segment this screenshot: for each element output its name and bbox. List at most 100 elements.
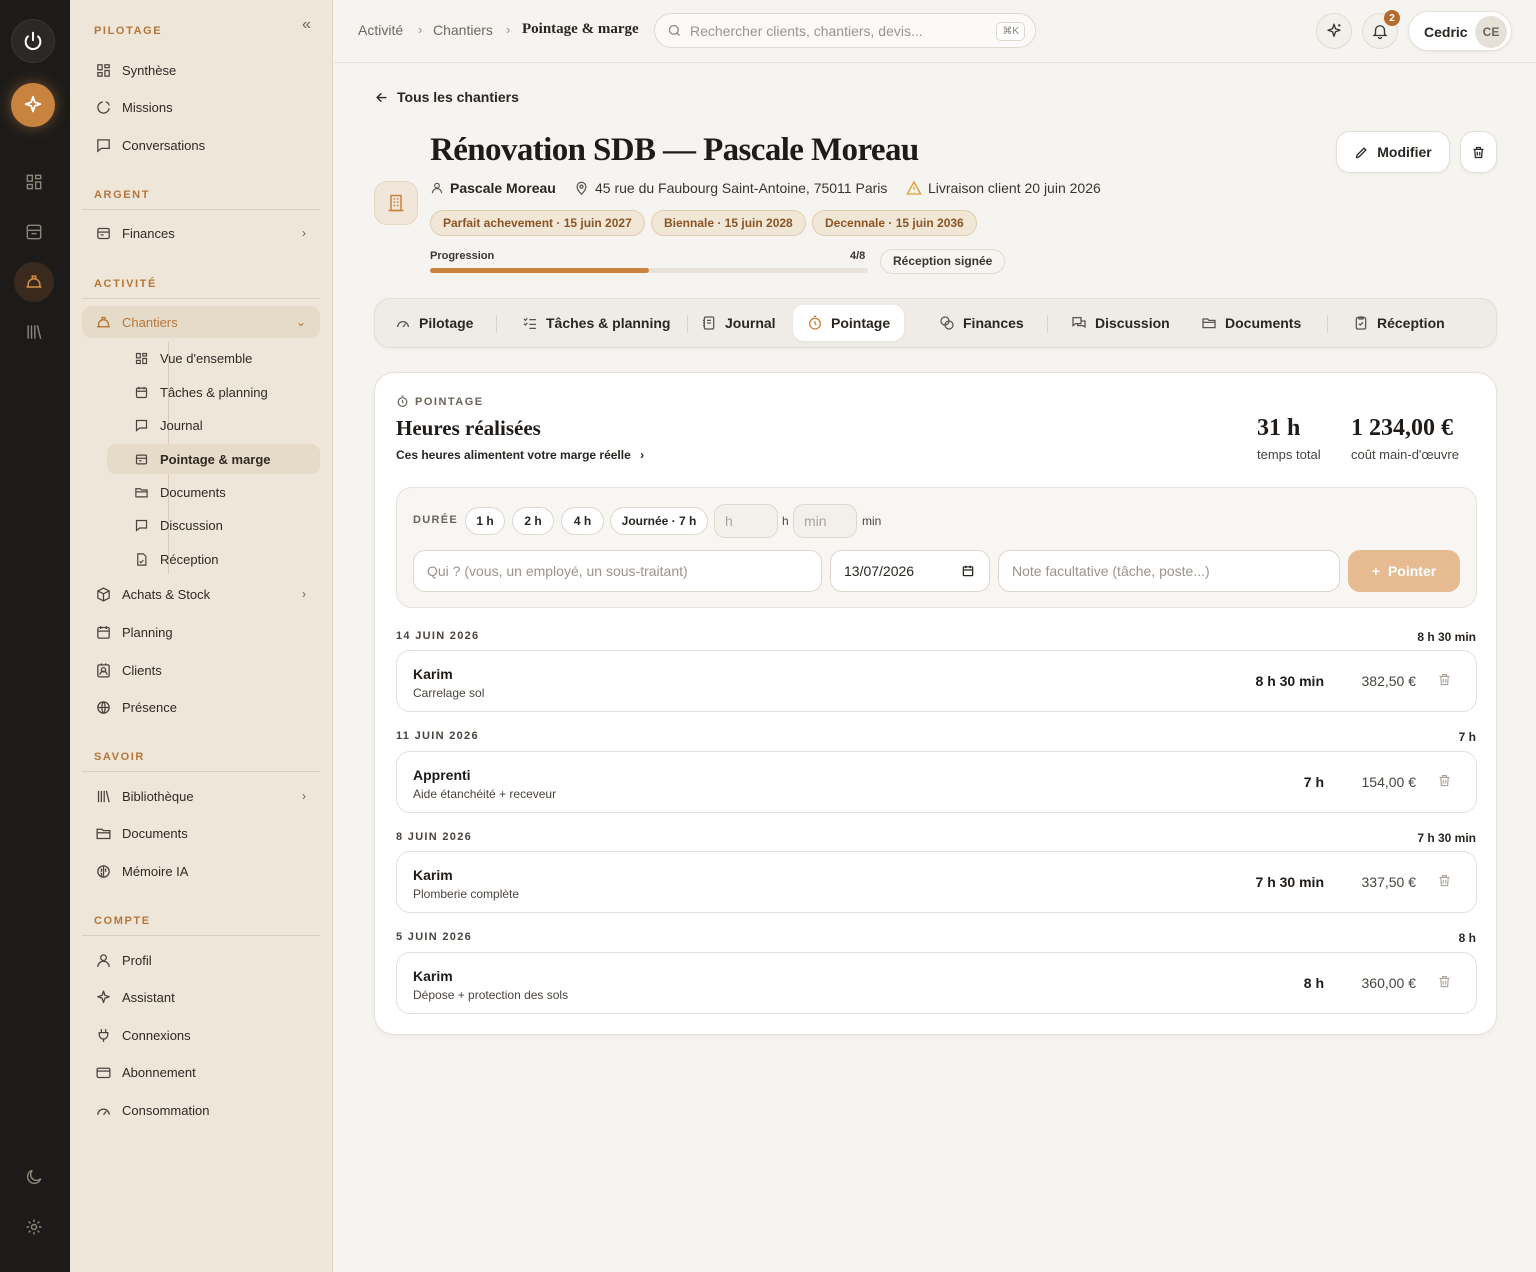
tab-discussion[interactable]: Discussion [1057, 305, 1184, 341]
sidebar-item-conversations[interactable]: Conversations [82, 129, 320, 161]
guarantee-tag: Parfait achevement · 15 juin 2027 [430, 210, 645, 236]
sidebar-item-label: Connexions [122, 1027, 191, 1043]
worker-input[interactable]: Qui ? (vous, un employé, un sous-traitan… [413, 550, 822, 592]
project-delivery: Livraison client 20 juin 2026 [906, 180, 1101, 196]
day-header: 11 JUIN 2026 [396, 730, 479, 742]
list-item[interactable]: Karim Carrelage sol 8 h 30 min 382,50 € [396, 650, 1477, 712]
tab-label: Pilotage [419, 315, 474, 331]
bell-icon [1371, 22, 1389, 40]
back-link[interactable]: Tous les chantiers [374, 89, 519, 105]
tab-journal[interactable]: Journal [687, 305, 790, 341]
moon-icon[interactable] [14, 1157, 54, 1197]
sidebar-item-profil[interactable]: Profil [82, 944, 320, 976]
tab-documents[interactable]: Documents [1187, 305, 1315, 341]
sparkle-icon [1325, 22, 1343, 40]
subnav-documents[interactable]: Documents [107, 477, 320, 507]
divider [82, 935, 320, 936]
entry-worker: Karim [413, 867, 453, 883]
chat-icon [134, 417, 150, 433]
minutes-input[interactable]: min [793, 504, 857, 538]
date-input[interactable]: 13/07/2026 [830, 550, 990, 592]
folder-icon [1201, 315, 1217, 331]
sidebar-item-label: Bibliothèque [122, 788, 194, 804]
calendar-icon[interactable] [961, 564, 975, 578]
tab-finances[interactable]: Finances [925, 305, 1038, 341]
library-icon[interactable] [14, 312, 54, 352]
trash-icon[interactable] [1437, 672, 1452, 687]
tab-reception[interactable]: Réception [1339, 305, 1459, 341]
hardhat-icon[interactable] [14, 262, 54, 302]
entry-worker: Karim [413, 968, 453, 984]
pointer-button[interactable]: + Pointer [1348, 550, 1460, 592]
entry-task: Dépose + protection des sols [413, 988, 569, 1002]
subnav-vue-ensemble[interactable]: Vue d'ensemble [107, 343, 320, 373]
divider [82, 298, 320, 299]
sidebar-item-presence[interactable]: Présence [82, 691, 320, 723]
search-input[interactable] [690, 22, 980, 39]
sidebar-item-connexions[interactable]: Connexions [82, 1019, 320, 1051]
preset-2h-button[interactable]: 2 h [512, 507, 554, 535]
subnav-discussion[interactable]: Discussion [107, 510, 320, 540]
sidebar-item-clients[interactable]: Clients [82, 654, 320, 686]
delivery-text: Livraison client 20 juin 2026 [928, 180, 1101, 196]
folder-icon [134, 484, 150, 500]
sidebar-item-planning[interactable]: Planning [82, 616, 320, 648]
sidebar-item-memoire[interactable]: Mémoire IA [82, 855, 320, 887]
power-icon[interactable] [11, 19, 55, 63]
chat-icon [134, 517, 150, 533]
notifications-button[interactable]: 2 [1362, 10, 1400, 49]
edit-button[interactable]: Modifier [1336, 131, 1450, 173]
tab-divider [1047, 315, 1048, 333]
sidebar-item-documents[interactable]: Documents [82, 817, 320, 849]
collapse-icon[interactable]: « [302, 16, 311, 34]
margin-link[interactable]: Ces heures alimentent votre marge réelle… [396, 448, 644, 462]
sidebar-item-finances[interactable]: Finances › [82, 217, 320, 249]
breadcrumb-chantiers[interactable]: Chantiers [433, 22, 493, 38]
gear-icon[interactable] [14, 1207, 54, 1247]
preset-day-button[interactable]: Journée · 7 h [610, 507, 708, 535]
sidebar-item-synthese[interactable]: Synthèse [82, 54, 320, 86]
breadcrumb-activite[interactable]: Activité [358, 22, 403, 38]
hours-input[interactable]: h [714, 504, 778, 538]
subnav-reception[interactable]: Réception [107, 544, 320, 574]
sidebar-item-consommation[interactable]: Consommation [82, 1094, 320, 1126]
sidebar-item-missions[interactable]: Missions [82, 91, 320, 123]
progress-bar [430, 268, 868, 273]
delete-project-button[interactable] [1460, 131, 1497, 173]
ai-button[interactable] [1316, 13, 1352, 49]
sidebar-item-abonnement[interactable]: Abonnement [82, 1056, 320, 1088]
subnav-journal[interactable]: Journal [107, 410, 320, 440]
list-item[interactable]: Apprenti Aide étanchéité + receveur 7 h … [396, 751, 1477, 813]
warning-icon [906, 180, 922, 196]
sidebar-item-chantiers[interactable]: Chantiers ⌄ [82, 306, 320, 338]
sidebar-item-assistant[interactable]: Assistant [82, 981, 320, 1013]
preset-1h-button[interactable]: 1 h [465, 507, 505, 535]
trash-icon[interactable] [1437, 974, 1452, 989]
sidebar-item-label: Consommation [122, 1102, 210, 1118]
tab-pilotage[interactable]: Pilotage [381, 305, 487, 341]
coins-icon [939, 315, 955, 331]
subnav-pointage[interactable]: Pointage & marge [107, 444, 320, 474]
sidebar-item-bibliotheque[interactable]: Bibliothèque › [82, 780, 320, 812]
subnav-taches[interactable]: Tâches & planning [107, 377, 320, 407]
inbox-icon[interactable] [14, 212, 54, 252]
trash-icon[interactable] [1437, 773, 1452, 788]
day-total: 7 h 30 min [1417, 831, 1476, 845]
dashboard-icon [94, 61, 112, 79]
progress-label: Progression [430, 250, 495, 262]
user-menu[interactable]: Cedric CE [1408, 11, 1512, 51]
grid-icon[interactable] [14, 162, 54, 202]
search-box[interactable]: ⌘K [654, 13, 1036, 48]
chevron-right-icon: › [302, 789, 306, 803]
note-input[interactable]: Note facultative (tâche, poste...) [998, 550, 1340, 592]
tab-pointage[interactable]: Pointage [793, 305, 905, 341]
list-item[interactable]: Karim Dépose + protection des sols 8 h 3… [396, 952, 1477, 1014]
chevron-right-icon: › [302, 587, 306, 601]
gauge-icon [395, 315, 411, 331]
trash-icon[interactable] [1437, 873, 1452, 888]
sparkle-icon[interactable] [11, 83, 55, 127]
preset-4h-button[interactable]: 4 h [561, 507, 604, 535]
list-item[interactable]: Karim Plomberie complète 7 h 30 min 337,… [396, 851, 1477, 913]
tab-taches[interactable]: Tâches & planning [508, 305, 684, 341]
sidebar-item-achats[interactable]: Achats & Stock › [82, 578, 320, 610]
